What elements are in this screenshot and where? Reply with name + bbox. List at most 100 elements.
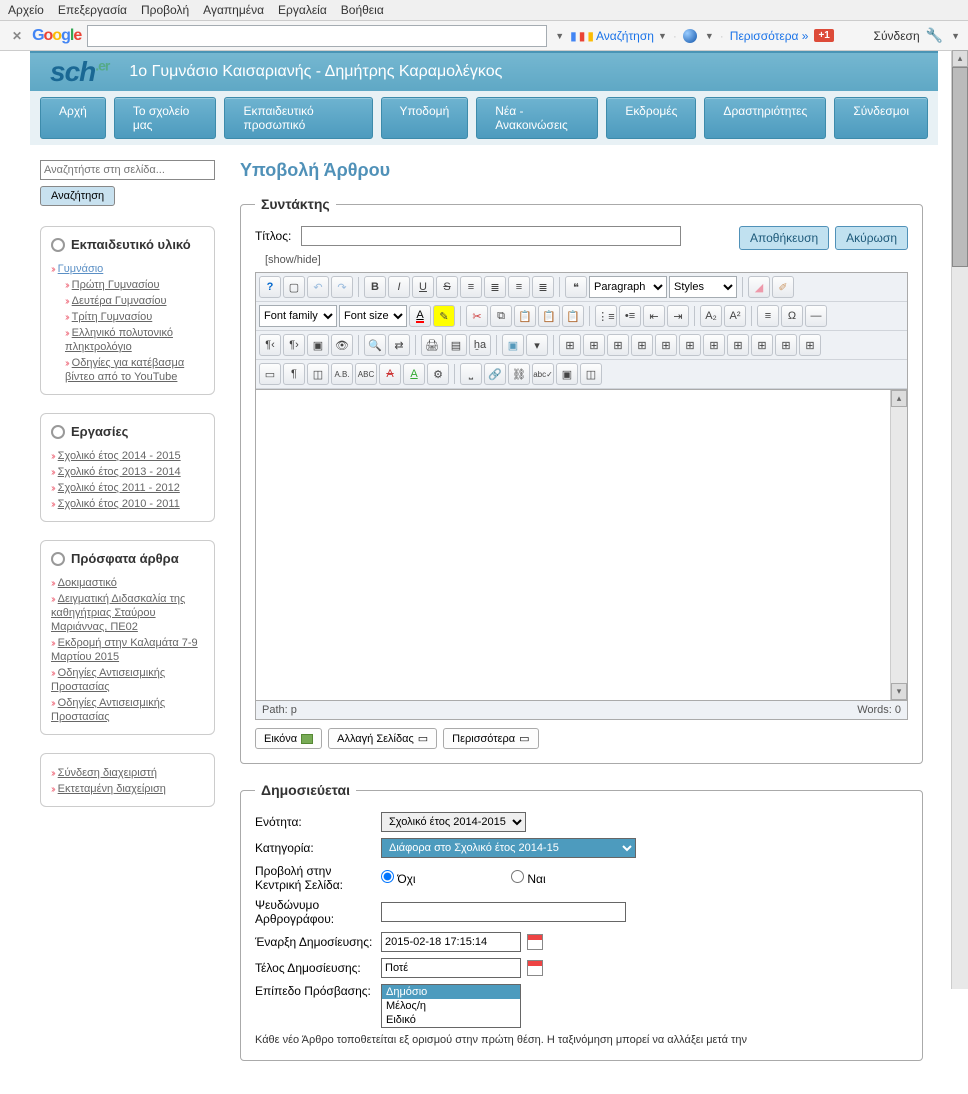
nav-home[interactable]: Αρχή xyxy=(40,97,106,139)
sidebar-search-button[interactable]: Αναζήτηση xyxy=(40,186,115,206)
editor-scrollbar[interactable]: ▴ ▾ xyxy=(890,390,907,700)
preview-icon[interactable]: 👁 xyxy=(331,334,353,356)
table-row-icon[interactable]: ⊞ xyxy=(583,334,605,356)
replace-icon[interactable]: ⇄ xyxy=(388,334,410,356)
google-search-input[interactable] xyxy=(87,25,547,47)
scroll-down-icon[interactable]: ▾ xyxy=(891,683,907,700)
menu-edit[interactable]: Επεξεργασία xyxy=(58,3,127,17)
layer-icon[interactable]: ▭ xyxy=(259,363,281,385)
table-icon[interactable]: ⊞ xyxy=(559,334,581,356)
sidebar-link-admin-ext[interactable]: Εκτεταμένη διαχείριση xyxy=(58,783,166,795)
category-select[interactable]: Διάφορα στο Σχολικό έτος 2014-15 xyxy=(381,838,636,858)
underline-icon[interactable]: U xyxy=(412,276,434,298)
globe-icon[interactable] xyxy=(683,29,697,43)
insert-image-button[interactable]: Εικόνα xyxy=(255,728,322,749)
abbr-icon[interactable]: A.B. xyxy=(331,363,353,385)
fullscreen-icon[interactable]: ▣ xyxy=(307,334,329,356)
nav-staff[interactable]: Εκπαιδευτικό προσωπικό xyxy=(224,97,372,139)
nav-links[interactable]: Σύνδεσμοι xyxy=(834,97,928,139)
paste-icon[interactable]: 📋 xyxy=(514,305,536,327)
showblocks-icon[interactable]: ¶ xyxy=(283,363,305,385)
ol-icon[interactable]: ⋮≡ xyxy=(595,305,617,327)
align-right-icon[interactable]: ≡ xyxy=(508,276,530,298)
access-option-member[interactable]: Μέλος/η xyxy=(382,999,520,1013)
gplus-badge[interactable]: +1 xyxy=(814,29,833,42)
anchor-icon[interactable]: ẖa xyxy=(469,334,491,356)
code-icon[interactable]: ▤ xyxy=(445,334,467,356)
signin-link[interactable]: Σύνδεση xyxy=(874,29,920,43)
menu-tools[interactable]: Εργαλεία xyxy=(278,3,327,17)
table-del-col-icon[interactable]: ⊞ xyxy=(727,334,749,356)
sidebar-link[interactable]: Οδηγίες για κατέβασμα βίντεο από το YouT… xyxy=(65,357,184,383)
table-col-icon[interactable]: ⊞ xyxy=(607,334,629,356)
alias-input[interactable] xyxy=(381,902,626,922)
access-option-public[interactable]: Δημόσιο xyxy=(382,985,520,999)
sidebar-link[interactable]: Σχολικό έτος 2010 - 2011 xyxy=(58,498,180,510)
fontcolor-icon[interactable]: A xyxy=(409,305,431,327)
unlink-icon[interactable]: ⛓ xyxy=(508,363,530,385)
sidebar-link[interactable]: Εκδρομή στην Καλαμάτα 7-9 Μαρτίου 2015 xyxy=(51,637,198,663)
page-scrollbar[interactable]: ▴ xyxy=(951,50,968,989)
ltr-icon[interactable]: ¶‹ xyxy=(259,334,281,356)
access-option-special[interactable]: Ειδικό xyxy=(382,1013,520,1027)
rule-icon[interactable]: — xyxy=(805,305,827,327)
menu-view[interactable]: Προβολή xyxy=(141,3,189,17)
section-select[interactable]: Σχολικό έτος 2014-2015 xyxy=(381,812,526,832)
menu-file[interactable]: Αρχείο xyxy=(8,3,44,17)
sidebar-link[interactable]: Σχολικό έτος 2014 - 2015 xyxy=(58,450,181,462)
menu-favorites[interactable]: Αγαπημένα xyxy=(203,3,264,17)
scroll-up-icon[interactable]: ▴ xyxy=(891,390,907,407)
save-button[interactable]: Αποθήκευση xyxy=(739,226,829,250)
blockquote-icon[interactable]: ❝ xyxy=(565,276,587,298)
editor-textarea[interactable]: ▴ ▾ xyxy=(256,390,907,700)
align-left-icon[interactable]: ≡ xyxy=(460,276,482,298)
visual-icon[interactable]: ◫ xyxy=(307,363,329,385)
nav-activities[interactable]: Δραστηριότητες xyxy=(704,97,826,139)
align-center-icon[interactable]: ≣ xyxy=(484,276,506,298)
highlight-icon[interactable]: ✎ xyxy=(433,305,455,327)
cut-icon[interactable]: ✂ xyxy=(466,305,488,327)
copy-icon[interactable]: ⧉ xyxy=(490,305,512,327)
ins-icon[interactable]: A xyxy=(403,363,425,385)
sidebar-link[interactable]: Οδηγίες Αντισεισμικής Προστασίας xyxy=(51,667,165,693)
styles-select[interactable]: Styles xyxy=(669,276,737,298)
table-merge-icon[interactable]: ⊞ xyxy=(751,334,773,356)
acronym-icon[interactable]: ABC xyxy=(355,363,377,385)
paste-word-icon[interactable]: 📋 xyxy=(562,305,584,327)
paste-text-icon[interactable]: 📋 xyxy=(538,305,560,327)
fontsize-select[interactable]: Font size xyxy=(339,305,407,327)
table-props-icon[interactable]: ⊞ xyxy=(799,334,821,356)
indent-icon[interactable]: ⇥ xyxy=(667,305,689,327)
scrollbar-thumb[interactable] xyxy=(952,67,968,267)
pagebreak-button[interactable]: Αλλαγή Σελίδας▭ xyxy=(328,728,437,749)
media-icon[interactable]: ▣ xyxy=(556,363,578,385)
table-ins-row-icon[interactable]: ⊞ xyxy=(655,334,677,356)
nav-school[interactable]: Το σχολείο μας xyxy=(114,97,217,139)
sidebar-link[interactable]: Σχολικό έτος 2011 - 2012 xyxy=(58,482,180,494)
scroll-up-icon[interactable]: ▴ xyxy=(952,50,968,67)
showhide-toggle[interactable]: [show/hide] xyxy=(265,254,908,266)
outdent-icon[interactable]: ⇤ xyxy=(643,305,665,327)
paragraph-select[interactable]: Paragraph xyxy=(589,276,667,298)
nav-infra[interactable]: Υποδομή xyxy=(381,97,469,139)
sidebar-link-gymnasio[interactable]: Γυμνάσιο xyxy=(58,263,104,275)
sup-icon[interactable]: A² xyxy=(724,305,746,327)
hr-icon[interactable]: ≡ xyxy=(757,305,779,327)
nav-trips[interactable]: Εκδρομές xyxy=(606,97,696,139)
italic-icon[interactable]: I xyxy=(388,276,410,298)
end-date-input[interactable] xyxy=(381,958,521,978)
more-link[interactable]: Περισσότερα » xyxy=(730,29,809,43)
radio-no[interactable]: Όχι xyxy=(381,870,501,886)
cancel-button[interactable]: Ακύρωση xyxy=(835,226,908,250)
sidebar-link-admin-login[interactable]: Σύνδεση διαχειριστή xyxy=(58,767,157,779)
sidebar-link[interactable]: Τρίτη Γυμνασίου xyxy=(72,311,153,323)
attribs-icon[interactable]: ⚙ xyxy=(427,363,449,385)
sidebar-search-input[interactable] xyxy=(40,160,215,180)
ul-icon[interactable]: •≡ xyxy=(619,305,641,327)
find-icon[interactable]: 🔍 xyxy=(364,334,386,356)
redo-icon[interactable]: ↷ xyxy=(331,276,353,298)
iframe-icon[interactable]: ◫ xyxy=(580,363,602,385)
table-ins-col-icon[interactable]: ⊞ xyxy=(703,334,725,356)
start-date-input[interactable] xyxy=(381,932,521,952)
eraser-icon[interactable]: ◢ xyxy=(748,276,770,298)
